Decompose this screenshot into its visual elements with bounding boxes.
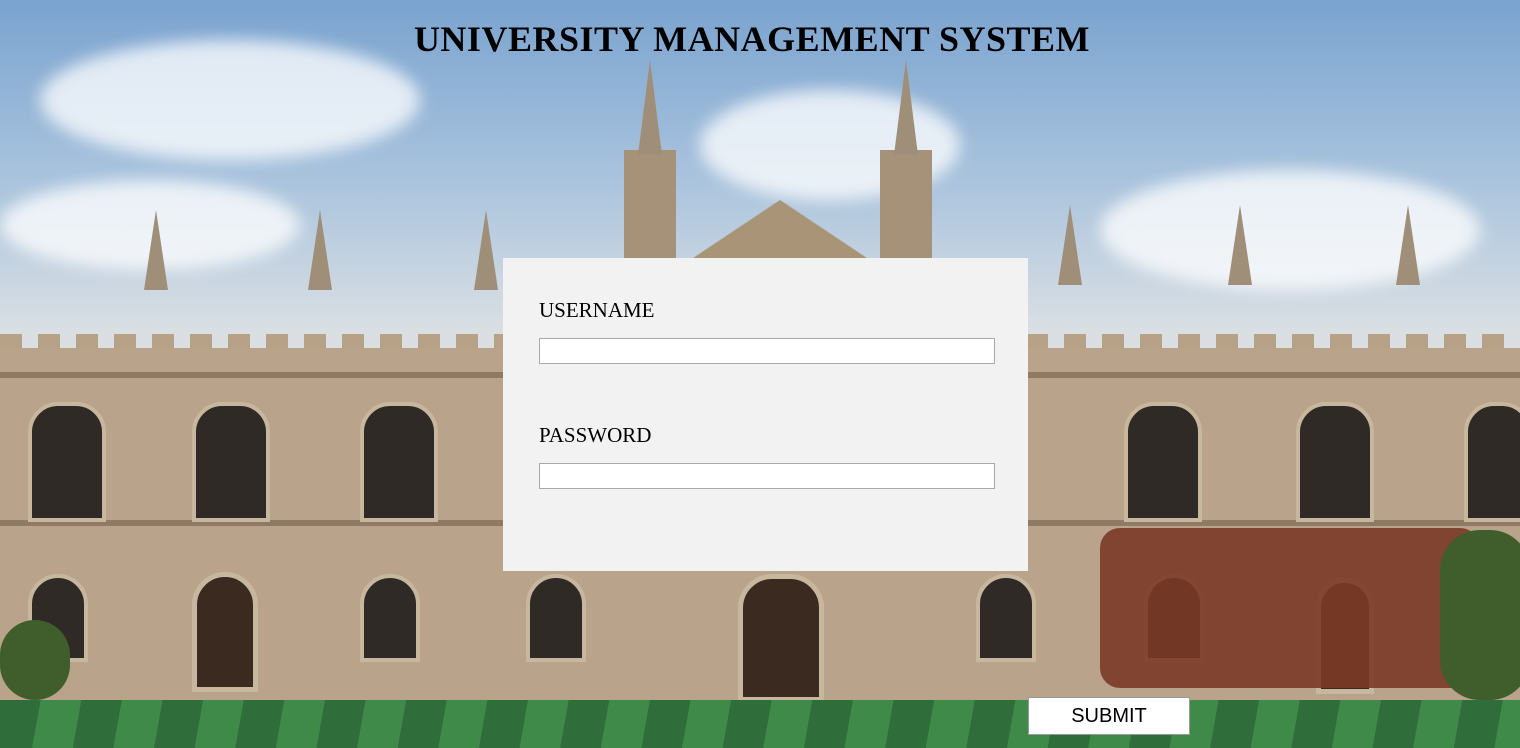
window (1464, 402, 1520, 522)
window (526, 574, 586, 662)
spire (638, 60, 662, 155)
ivy (1100, 528, 1480, 688)
submit-button[interactable]: SUBMIT (1028, 697, 1190, 735)
gable (690, 200, 870, 260)
password-input[interactable] (539, 463, 995, 489)
window (192, 402, 270, 522)
spire (1228, 205, 1252, 285)
spire (1058, 205, 1082, 285)
window (976, 574, 1036, 662)
spire (474, 210, 498, 290)
window (360, 574, 420, 662)
spire (144, 210, 168, 290)
spire (894, 60, 918, 155)
page-title: UNIVERSITY MANAGEMENT SYSTEM (413, 19, 1091, 59)
tower-right (880, 150, 932, 270)
spire (1396, 205, 1420, 285)
login-panel: USERNAME PASSWORD (503, 258, 1028, 571)
bush (1440, 530, 1520, 700)
username-label: USERNAME (539, 298, 655, 322)
bush (0, 620, 70, 700)
lawn (0, 700, 1520, 748)
window (1296, 402, 1374, 522)
door (192, 572, 258, 692)
tower-left (624, 150, 676, 270)
main-door (738, 574, 824, 702)
window (28, 402, 106, 522)
window (1124, 402, 1202, 522)
window (360, 402, 438, 522)
cloud (1100, 170, 1480, 290)
password-label: PASSWORD (539, 423, 652, 447)
spire (308, 210, 332, 290)
username-input[interactable] (539, 338, 995, 364)
